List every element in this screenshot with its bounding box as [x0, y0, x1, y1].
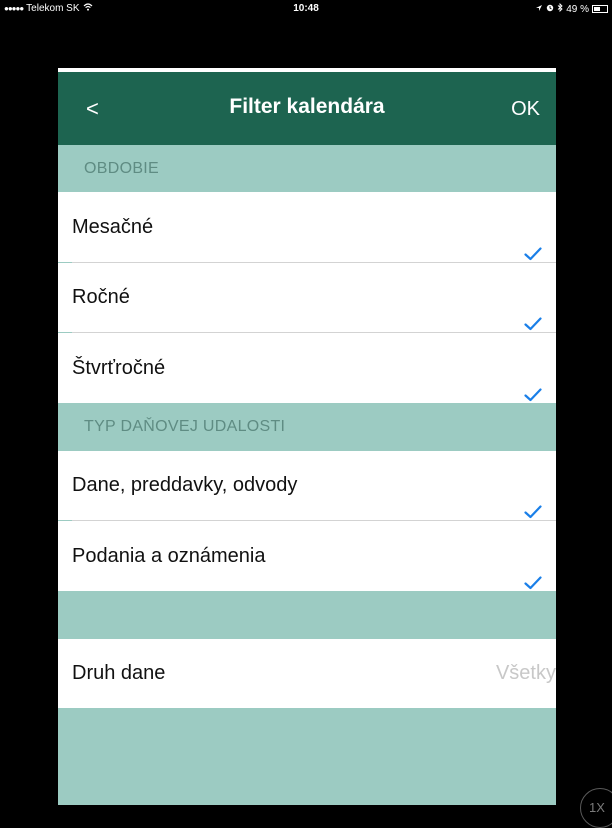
- checkmark-icon: [524, 479, 542, 519]
- row-label: Druh dane: [72, 662, 166, 684]
- ok-button[interactable]: OK: [511, 96, 540, 122]
- tax-type-row[interactable]: Druh dane Všetky: [58, 639, 556, 708]
- section-header-event-type: TYP DAŇOVEJ UDALOSTI: [58, 403, 556, 451]
- status-right: 49 %: [535, 2, 608, 15]
- event-type-row-filings[interactable]: Podania a oznámenia: [58, 521, 556, 591]
- period-row-quarterly[interactable]: Štvrťročné: [58, 333, 556, 403]
- alarm-icon: [546, 4, 554, 15]
- checkmark-icon: [524, 220, 542, 261]
- status-time: 10:48: [293, 3, 319, 14]
- period-row-yearly[interactable]: Ročné: [58, 263, 556, 332]
- zoom-badge[interactable]: 1X: [580, 788, 612, 828]
- battery-icon: [592, 5, 608, 13]
- row-label: Štvrťročné: [72, 357, 166, 379]
- tax-type-value: Všetky: [495, 662, 556, 684]
- location-arrow-icon: [535, 4, 543, 15]
- period-row-monthly[interactable]: Mesačné: [58, 192, 556, 262]
- checkmark-icon: [524, 361, 542, 402]
- checkmark-icon: [524, 549, 542, 590]
- page-title: Filter kalendára: [229, 95, 385, 118]
- battery-percent: 49 %: [566, 3, 589, 15]
- navigation-bar: < Filter kalendára OK: [58, 72, 556, 145]
- filter-sheet: < Filter kalendára OK OBDOBIE Mesačné Ro…: [58, 68, 556, 805]
- section-header-period: OBDOBIE: [58, 145, 556, 192]
- event-type-row-taxes[interactable]: Dane, preddavky, odvody: [58, 451, 556, 520]
- row-label: Podania a oznámenia: [72, 545, 266, 567]
- status-bar: ●●●●● Telekom SK 10:48 49 %: [0, 0, 612, 18]
- battery-level: [594, 7, 600, 11]
- row-label: Mesačné: [72, 216, 154, 238]
- row-label: Dane, preddavky, odvody: [72, 474, 298, 496]
- checkmark-icon: [524, 291, 542, 331]
- row-label: Ročné: [72, 286, 130, 308]
- section-spacer: [58, 591, 556, 639]
- bluetooth-icon: [557, 2, 563, 15]
